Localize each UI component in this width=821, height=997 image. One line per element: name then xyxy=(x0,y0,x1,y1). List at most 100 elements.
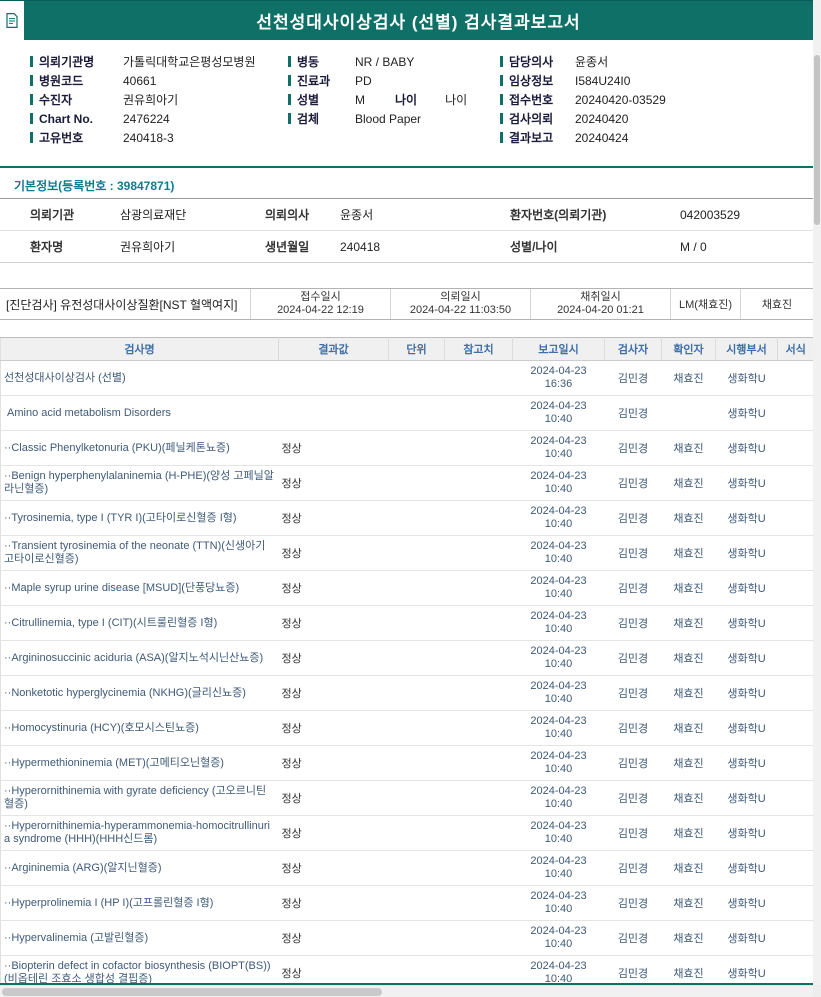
unit xyxy=(389,781,445,816)
form xyxy=(778,746,814,781)
datetime-label: 채취일시 xyxy=(580,291,620,304)
test-name: ··Benign hyperphenylalaninemia (H-PHE)(양… xyxy=(1,466,279,501)
datetime-label: 접수일시 xyxy=(300,291,340,304)
report-datetime: 2024-04-23 10:40 xyxy=(513,746,605,781)
test-name: ··Nonketotic hyperglycinemia (NKHG)(글리신뇨… xyxy=(1,676,279,711)
basic-info-row: 환자명 권유희아기 생년월일 240418 성별/나이 M / 0 xyxy=(0,231,813,263)
unit xyxy=(389,921,445,956)
report-page: 선천성대사이상검사 (선별) 검사결과보고서 의뢰기관명 가톨릭대학교은평성모병… xyxy=(0,0,813,985)
results-body: 선천성대사이상검사 (선별) 2024-04-23 16:36 김민경 채효진 … xyxy=(1,361,814,991)
form xyxy=(778,886,814,921)
report-datetime: 2024-04-23 10:40 xyxy=(513,431,605,466)
form xyxy=(778,606,814,641)
reference-range xyxy=(445,571,513,606)
patient-info-section: 의뢰기관명 가톨릭대학교은평성모병원 병원코드 40661 수진자 권유희아기 xyxy=(0,40,813,166)
examiner: 김민경 xyxy=(605,641,662,676)
unit xyxy=(389,816,445,851)
field-value: 240418-3 xyxy=(123,131,174,145)
info-field: Chart No. 2476224 xyxy=(30,112,288,125)
basic-label: 의뢰기관 xyxy=(0,199,120,231)
horizontal-scrollbar[interactable] xyxy=(0,985,813,997)
col-header-reference: 참고치 xyxy=(445,338,513,361)
info-field: 병동 NR / BABY xyxy=(288,55,500,68)
department: 생화학U xyxy=(716,501,778,536)
test-name: ··Tyrosinemia, type I (TYR I)(고타이로신혈증 I형… xyxy=(1,501,279,536)
datetime-value: 2024-04-20 01:21 xyxy=(557,304,644,317)
confirmer: 채효진 xyxy=(662,851,716,886)
test-name: ··Homocystinuria (HCY)(호모시스틴뇨증) xyxy=(1,711,279,746)
report-datetime: 2024-04-23 16:36 xyxy=(513,361,605,396)
report-title: 선천성대사이상검사 (선별) 검사결과보고서 xyxy=(24,1,813,40)
confirmer: 채효진 xyxy=(662,921,716,956)
col-header-examiner: 검사자 xyxy=(605,338,662,361)
field-marker-icon xyxy=(288,56,291,67)
diagnosis-bar: [진단검사] 유전성대사이상질환[NST 혈액여지] 접수일시 2024-04-… xyxy=(0,288,813,320)
info-field: 검체 Blood Paper xyxy=(288,112,500,125)
field-marker-icon xyxy=(500,94,503,105)
department: 생화학U xyxy=(716,361,778,396)
col-header-department: 시행부서 xyxy=(716,338,778,361)
form xyxy=(778,431,814,466)
department: 생화학U xyxy=(716,676,778,711)
form xyxy=(778,781,814,816)
reference-range xyxy=(445,816,513,851)
info-field: 담당의사 윤종서 xyxy=(500,55,800,68)
result-value xyxy=(279,361,389,396)
form xyxy=(778,641,814,676)
field-value: 가톨릭대학교은평성모병원 xyxy=(123,53,255,70)
confirmer xyxy=(662,396,716,431)
diagnosis-datetime-cell: 채취일시 2024-04-20 01:21 xyxy=(530,289,670,319)
confirmer: 채효진 xyxy=(662,816,716,851)
info-field: 의뢰기관명 가톨릭대학교은평성모병원 xyxy=(30,55,288,68)
department: 생화학U xyxy=(716,396,778,431)
basic-value: 삼광의료재단 xyxy=(120,199,265,231)
confirmer: 채효진 xyxy=(662,676,716,711)
form xyxy=(778,921,814,956)
examiner: 김민경 xyxy=(605,851,662,886)
department: 생화학U xyxy=(716,921,778,956)
examiner: 김민경 xyxy=(605,676,662,711)
datetime-value: 2024-04-22 12:19 xyxy=(277,304,364,317)
reference-range xyxy=(445,606,513,641)
col-header-test-name: 검사명 xyxy=(1,338,279,361)
result-row: ··Hypermethioninemia (MET)(고메티오닌혈증) 정상 2… xyxy=(1,746,814,781)
department: 생화학U xyxy=(716,466,778,501)
result-value: 정상 xyxy=(279,886,389,921)
test-name: ··Transient tyrosinemia of the neonate (… xyxy=(1,536,279,571)
unit xyxy=(389,501,445,536)
examiner: 김민경 xyxy=(605,536,662,571)
reference-range xyxy=(445,921,513,956)
result-value: 정상 xyxy=(279,711,389,746)
form xyxy=(778,396,814,431)
reference-range xyxy=(445,746,513,781)
horizontal-scrollbar-thumb[interactable] xyxy=(2,988,382,996)
vertical-scrollbar-thumb[interactable] xyxy=(814,55,820,225)
unit xyxy=(389,746,445,781)
field-value: 20240420-03529 xyxy=(575,93,666,107)
test-name: 선천성대사이상검사 (선별) xyxy=(1,361,279,396)
vertical-scrollbar[interactable] xyxy=(813,0,821,985)
field-label: 담당의사 xyxy=(509,53,575,70)
result-row: ··Maple syrup urine disease [MSUD](단풍당뇨증… xyxy=(1,571,814,606)
result-value: 정상 xyxy=(279,431,389,466)
result-value: 정상 xyxy=(279,921,389,956)
diagnosis-datetime-cell: 접수일시 2024-04-22 12:19 xyxy=(250,289,390,319)
reference-range xyxy=(445,431,513,466)
datetime-label: 의뢰일시 xyxy=(440,291,480,304)
result-value xyxy=(279,396,389,431)
department: 생화학U xyxy=(716,536,778,571)
report-header-bar: 선천성대사이상검사 (선별) 검사결과보고서 xyxy=(0,0,813,40)
section-divider xyxy=(0,166,813,168)
examiner: 김민경 xyxy=(605,746,662,781)
examiner: 김민경 xyxy=(605,571,662,606)
report-datetime: 2024-04-23 10:40 xyxy=(513,676,605,711)
field-label: 의뢰기관명 xyxy=(39,53,123,70)
field-label: 접수번호 xyxy=(509,91,575,108)
form xyxy=(778,361,814,396)
field-marker-icon xyxy=(500,56,503,67)
report-datetime: 2024-04-23 10:40 xyxy=(513,816,605,851)
field-marker-icon xyxy=(30,113,33,124)
result-value: 정상 xyxy=(279,781,389,816)
result-value: 정상 xyxy=(279,851,389,886)
test-name: ··Hyperornithinemia-hyperammonemia-homoc… xyxy=(1,816,279,851)
